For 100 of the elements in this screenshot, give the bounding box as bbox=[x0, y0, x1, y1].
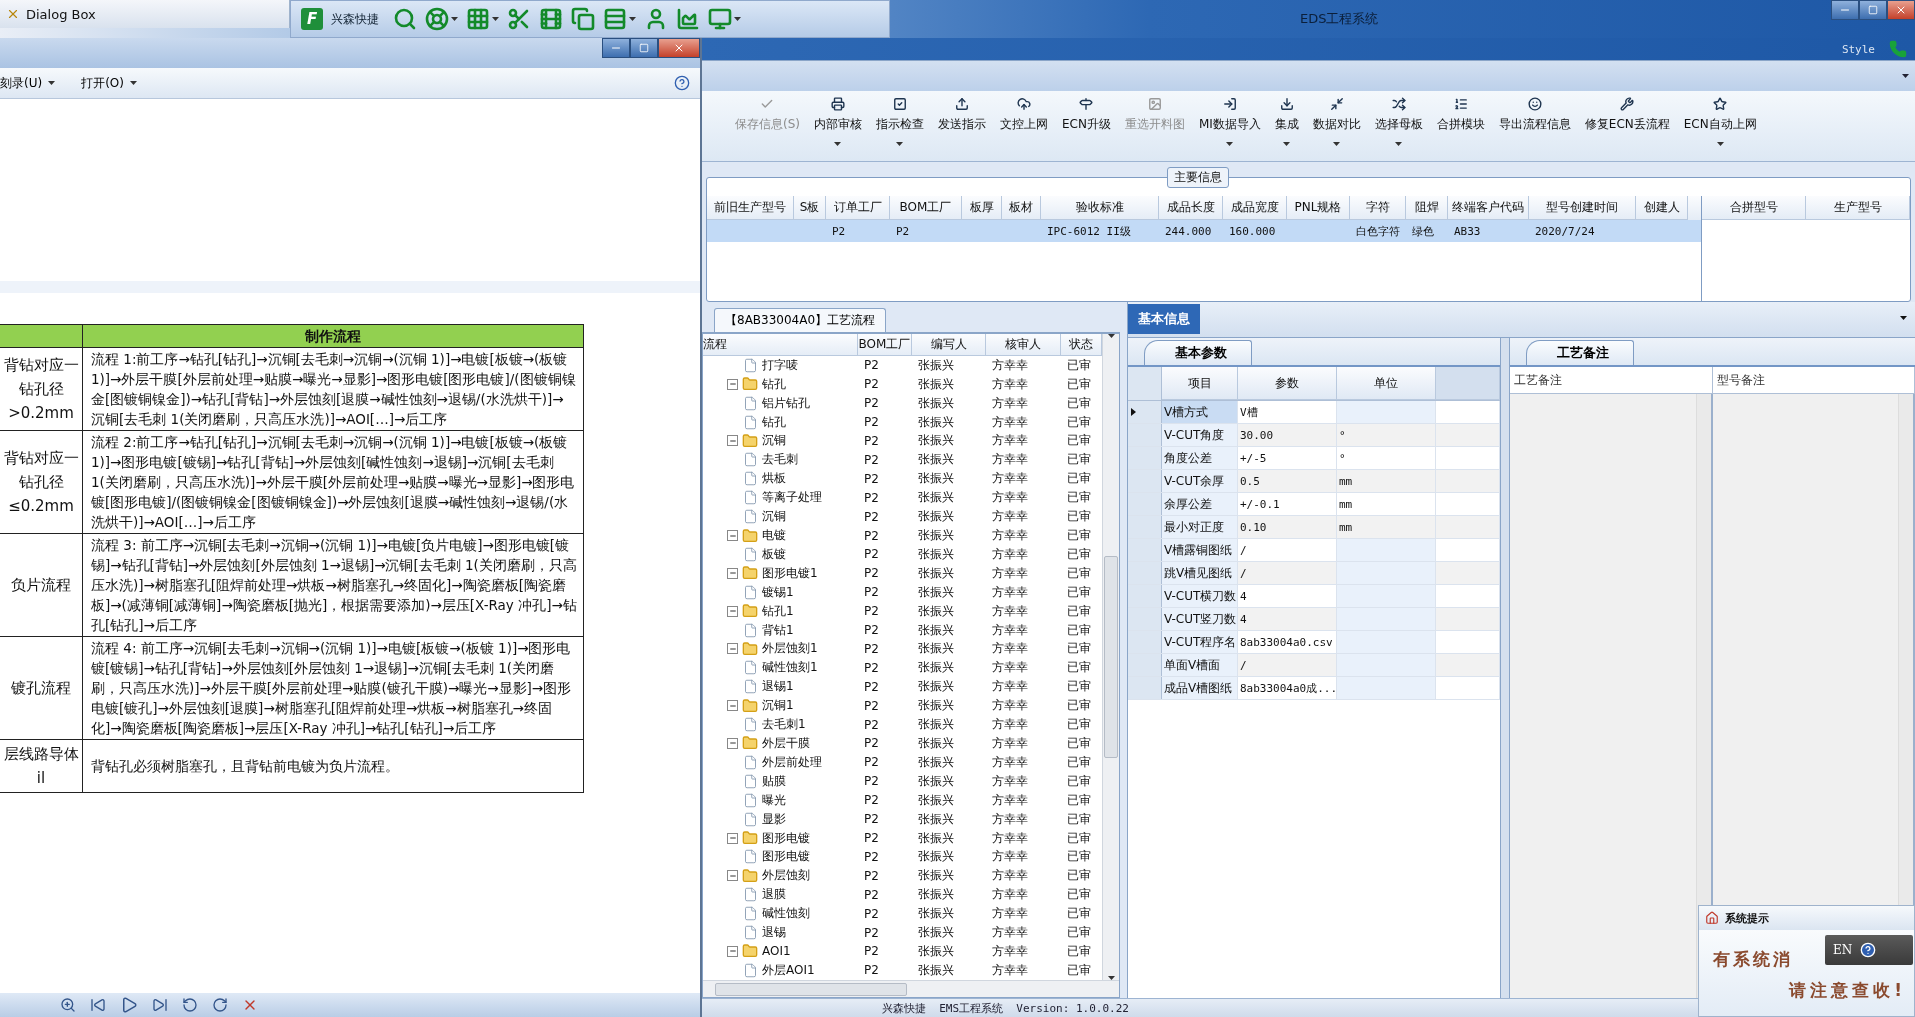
search-tool[interactable] bbox=[393, 7, 417, 31]
ribbon-button[interactable]: 文控上网 bbox=[995, 91, 1053, 159]
column-header[interactable]: 合拼型号 bbox=[1702, 196, 1806, 220]
tree-item[interactable]: 沉铜 bbox=[762, 508, 786, 526]
taskbar-title[interactable]: Dialog Box bbox=[26, 6, 96, 22]
table-row[interactable]: P2 P2 IPC-6012 II级 244.000 160.000 白色字符 绿色 AB33 2020/7/24 bbox=[707, 220, 1701, 242]
collapse-icon[interactable] bbox=[727, 700, 738, 712]
zoom-icon[interactable] bbox=[60, 997, 76, 1013]
ribbon-button[interactable]: 修复ECN丢流程 bbox=[1579, 91, 1675, 159]
language-label[interactable]: EN bbox=[1833, 943, 1853, 957]
collapse-icon[interactable] bbox=[727, 605, 738, 617]
row-header[interactable] bbox=[1128, 401, 1162, 423]
collapse-icon[interactable] bbox=[727, 643, 738, 655]
tree-item[interactable]: 碱性蚀刻1 bbox=[762, 659, 818, 677]
tree-item[interactable]: 钻孔 bbox=[762, 375, 786, 393]
tree-item[interactable]: AOI1 bbox=[762, 944, 791, 959]
next-icon[interactable] bbox=[152, 997, 168, 1013]
area-chart-tool[interactable] bbox=[676, 7, 700, 31]
tree-item[interactable]: 图形电镀 bbox=[762, 829, 810, 847]
column-header[interactable]: 型号备注 bbox=[1712, 367, 1915, 393]
tree-item[interactable]: 板镀 bbox=[762, 545, 786, 563]
column-header[interactable]: 生产型号 bbox=[1806, 196, 1910, 220]
column-header[interactable]: 核审人 bbox=[986, 334, 1061, 356]
ribbon-button[interactable]: 合拼模块 bbox=[1431, 91, 1490, 159]
phone-icon[interactable] bbox=[1889, 40, 1907, 58]
tree-item[interactable]: 等离子处理 bbox=[762, 489, 822, 507]
tree-item[interactable]: 外层蚀刻1 bbox=[762, 640, 818, 658]
lifebuoy-tool[interactable] bbox=[425, 7, 458, 31]
scroll-thumb[interactable] bbox=[1104, 556, 1118, 758]
collapse-icon[interactable] bbox=[727, 870, 738, 882]
column-header[interactable]: 项目 bbox=[1162, 367, 1238, 400]
ribbon-button[interactable]: 数据对比 bbox=[1307, 91, 1366, 159]
taskbar-item[interactable]: Dialog Box bbox=[0, 0, 290, 28]
collapse-icon[interactable] bbox=[727, 737, 738, 749]
ribbon-button[interactable]: 内部审核 bbox=[809, 91, 867, 159]
collapse-icon[interactable] bbox=[727, 530, 738, 541]
tree-item[interactable]: 镀锡1 bbox=[762, 583, 794, 601]
monitor-tool[interactable] bbox=[708, 7, 741, 31]
tree-item[interactable]: 外层前处理 bbox=[762, 753, 822, 771]
sub-tab[interactable]: 工艺备注 bbox=[1526, 340, 1634, 365]
tree-item[interactable]: 沉铜 bbox=[762, 432, 786, 450]
column-header[interactable]: 流程 bbox=[703, 334, 858, 356]
close-button[interactable] bbox=[658, 38, 700, 58]
notes-field[interactable] bbox=[1510, 394, 1713, 998]
ribbon-button[interactable]: 集成 bbox=[1269, 91, 1304, 159]
tree-item[interactable]: 退膜 bbox=[762, 886, 786, 904]
tree-item[interactable]: 碱性蚀刻 bbox=[762, 905, 810, 923]
tree-item[interactable]: 钻孔 bbox=[762, 413, 786, 431]
ime-toolbar[interactable]: EN bbox=[1825, 935, 1913, 965]
collapse-icon[interactable] bbox=[727, 832, 738, 844]
maximize-button[interactable] bbox=[630, 38, 658, 58]
ribbon-button[interactable]: MI数据导入 bbox=[1193, 91, 1266, 159]
ribbon-button[interactable]: 选择母板 bbox=[1369, 91, 1428, 159]
play-icon[interactable] bbox=[120, 996, 138, 1014]
menu-item[interactable]: 打开(O) bbox=[81, 72, 137, 94]
style-menu[interactable]: Style bbox=[1841, 42, 1875, 56]
tree-item[interactable]: 电镀 bbox=[762, 527, 786, 544]
collapse-icon[interactable] bbox=[727, 945, 738, 957]
grid-tool[interactable] bbox=[466, 7, 499, 31]
tree-item[interactable]: 打字唛 bbox=[762, 356, 798, 374]
maximize-button[interactable] bbox=[1859, 0, 1887, 20]
ribbon-button[interactable]: ECN升级 bbox=[1057, 91, 1116, 159]
tree-item[interactable]: 烘板 bbox=[762, 470, 786, 488]
collapse-icon[interactable] bbox=[727, 567, 738, 579]
tree-item[interactable]: 退锡 bbox=[762, 924, 786, 942]
tree-item[interactable]: 去毛刺 bbox=[762, 451, 798, 469]
tree-item[interactable]: 外层蚀刻 bbox=[762, 867, 810, 885]
panel-tab[interactable]: 基本信息 bbox=[1128, 304, 1200, 334]
ribbon-button[interactable]: ECN自动上网 bbox=[1678, 91, 1762, 159]
ribbon-button[interactable]: 发送指示 bbox=[933, 91, 991, 159]
column-header[interactable]: 编写人 bbox=[912, 334, 986, 356]
tree-item[interactable]: 图形电镀1 bbox=[762, 564, 818, 582]
tree-item[interactable]: 贴膜 bbox=[762, 772, 786, 790]
copy-tool[interactable] bbox=[571, 7, 595, 31]
ribbon-button[interactable]: 导出流程信息 bbox=[1493, 91, 1576, 159]
tree-item[interactable]: 外层AOI1 bbox=[762, 961, 815, 979]
tree-item[interactable]: 显影 bbox=[762, 810, 786, 828]
tree-item[interactable]: 背钻1 bbox=[762, 621, 794, 639]
column-header[interactable]: 工艺备注 bbox=[1510, 367, 1713, 393]
tree-item[interactable]: 铝片钻孔 bbox=[762, 394, 810, 412]
panel-tab[interactable]: 【8AB33004A0】工艺流程 bbox=[714, 308, 887, 332]
minimize-button[interactable] bbox=[1831, 0, 1859, 20]
column-header[interactable]: 参数 bbox=[1238, 367, 1337, 400]
tree-item[interactable]: 图形电镀 bbox=[762, 848, 810, 866]
minimize-button[interactable] bbox=[602, 38, 630, 58]
rotate-left-icon[interactable] bbox=[182, 997, 198, 1013]
ribbon-button[interactable]: 指示检查 bbox=[871, 91, 929, 159]
previous-icon[interactable] bbox=[90, 997, 106, 1013]
film-tool[interactable] bbox=[539, 7, 563, 31]
tree-item[interactable]: 外层干膜 bbox=[762, 734, 810, 752]
tree-item[interactable]: 曝光 bbox=[762, 791, 786, 809]
tree-item[interactable]: 退锡1 bbox=[762, 678, 794, 696]
collapse-icon[interactable] bbox=[727, 378, 738, 390]
scroll-thumb[interactable] bbox=[715, 982, 907, 996]
collapse-icon[interactable] bbox=[727, 435, 738, 447]
help-icon[interactable] bbox=[674, 75, 690, 91]
close-button[interactable] bbox=[1887, 0, 1915, 20]
splitter[interactable] bbox=[1501, 338, 1510, 998]
tree-item[interactable]: 去毛刺1 bbox=[762, 716, 806, 734]
rows-tool[interactable] bbox=[603, 7, 636, 31]
